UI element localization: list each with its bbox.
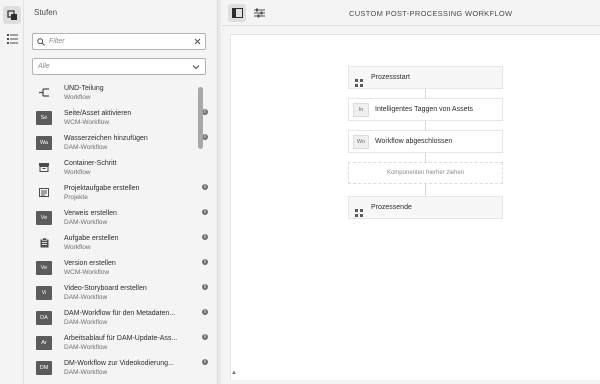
- branch-icon: [36, 86, 52, 100]
- workflow-step-node[interactable]: Wo Workflow abgeschlossen: [348, 130, 503, 153]
- step-badge: Wa: [36, 135, 52, 150]
- filter-placeholder: Filter: [49, 38, 65, 45]
- step-list-item[interactable]: DA DAM-Workflow für den Metadaten... DAM-W…: [24, 305, 208, 330]
- step-list-item[interactable]: UND-Teilung Workflow: [24, 80, 208, 105]
- step-list-item[interactable]: Se Seite/Asset aktivieren WCM-Workflow i: [24, 105, 208, 130]
- step-list-item[interactable]: Container-Schritt Workflow: [24, 155, 208, 180]
- info-icon[interactable]: i: [202, 284, 208, 290]
- step-category: WCM-Workflow: [64, 118, 110, 126]
- info-icon[interactable]: i: [202, 234, 208, 240]
- step-category: Projekte: [64, 193, 88, 201]
- step-title: Arbeitsablauf für DAM-Update-Ass...: [64, 334, 178, 342]
- step-title: Projektaufgabe erstellen: [64, 184, 140, 192]
- steps-panel: Stufen Filter Alle UND-Teilung Workflow Se…: [24, 0, 218, 384]
- list-icon[interactable]: [3, 29, 21, 47]
- step-category: DAM-Workflow: [64, 368, 108, 376]
- info-icon[interactable]: i: [202, 334, 208, 340]
- panel-title: Stufen: [34, 8, 58, 17]
- group-select-value: Alle: [38, 63, 50, 70]
- step-list-item[interactable]: Wa Wasserzeichen hinzufügen DAM-Workflow i: [24, 130, 208, 155]
- step-category: DAM-Workflow: [64, 218, 108, 226]
- step-title: Video-Storyboard erstellen: [64, 284, 147, 292]
- step-badge: DA: [36, 310, 52, 325]
- step-list-item[interactable]: DM DM-Workflow zur Videokodierung... DAM-W…: [24, 355, 208, 380]
- step-title: Seite/Asset aktivieren: [64, 109, 132, 117]
- info-icon[interactable]: i: [202, 309, 208, 315]
- step-badge: Vi: [36, 285, 52, 300]
- step-badge: Wo: [353, 134, 369, 149]
- step-title: DM-Workflow zur Videokodierung...: [64, 359, 174, 367]
- panel-divider[interactable]: [218, 0, 221, 384]
- search-icon: [37, 37, 45, 46]
- step-list-item[interactable]: Ve Version erstellen WCM-Workflow i: [24, 255, 208, 280]
- step-badge: Ve: [36, 210, 52, 225]
- step-list-item[interactable]: Ar Arbeitsablauf für DAM-Update-Ass... DAM…: [24, 330, 208, 355]
- process-start-label: Prozessstart: [371, 74, 410, 81]
- layers-icon[interactable]: [3, 6, 21, 24]
- scrollbar-thumb[interactable]: [198, 87, 203, 149]
- step-title: Aufgabe erstellen: [64, 234, 119, 242]
- group-select[interactable]: Alle: [32, 58, 206, 75]
- container-icon: [36, 161, 52, 175]
- workflow-step-node[interactable]: In Intelligentes Taggen von Assets: [348, 98, 503, 121]
- left-rail: [0, 0, 24, 384]
- chevron-down-icon: [192, 64, 200, 69]
- info-icon[interactable]: i: [202, 209, 208, 215]
- connector-line: [425, 153, 426, 162]
- step-badge: Ve: [36, 260, 52, 275]
- step-title: Container-Schritt: [64, 159, 117, 167]
- editor-toolbar: CUSTOM POST-PROCESSING WORKFLOW: [221, 0, 600, 26]
- toggle-side-panel-icon[interactable]: [228, 4, 246, 22]
- step-category: DAM-Workflow: [64, 143, 108, 151]
- step-list-item[interactable]: Ve Verweis erstellen DAM-Workflow i: [24, 205, 208, 230]
- info-icon[interactable]: i: [202, 184, 208, 190]
- step-category: Workflow: [64, 243, 91, 251]
- process-end-node[interactable]: Prozessende: [348, 196, 503, 219]
- step-title: Version erstellen: [64, 259, 116, 267]
- step-badge: Se: [36, 110, 52, 125]
- properties-icon[interactable]: [250, 4, 268, 22]
- step-badge: DM: [36, 360, 52, 375]
- step-badge: In: [353, 102, 369, 117]
- step-list-item[interactable]: Projektaufgabe erstellen Projekte i: [24, 180, 208, 205]
- step-label: Workflow abgeschlossen: [375, 138, 453, 145]
- step-label: Intelligentes Taggen von Assets: [375, 106, 473, 113]
- filter-input[interactable]: Filter: [32, 33, 206, 50]
- info-icon[interactable]: i: [202, 359, 208, 365]
- step-title: Wasserzeichen hinzufügen: [64, 134, 148, 142]
- step-title: DAM-Workflow für den Metadaten...: [64, 309, 176, 317]
- step-list: UND-Teilung Workflow Se Seite/Asset aktivie…: [24, 80, 208, 380]
- step-category: Workflow: [64, 168, 91, 176]
- step-category: DAM-Workflow: [64, 318, 108, 326]
- step-category: Workflow: [64, 93, 91, 101]
- flow-grid-icon: [355, 204, 363, 217]
- step-title: UND-Teilung: [64, 84, 104, 92]
- process-end-label: Prozessende: [371, 204, 412, 211]
- step-list-item[interactable]: Vi Video-Storyboard erstellen DAM-Workflow…: [24, 280, 208, 305]
- process-start-node[interactable]: Prozessstart: [348, 66, 503, 89]
- flow-grid-icon: [355, 74, 363, 87]
- info-icon[interactable]: i: [202, 259, 208, 265]
- drop-zone[interactable]: Komponenten hierher ziehen: [348, 162, 503, 184]
- project-icon: [36, 186, 52, 200]
- connector-line: [425, 184, 426, 196]
- step-badge: Ar: [36, 335, 52, 350]
- step-category: DAM-Workflow: [64, 293, 108, 301]
- clear-icon[interactable]: [194, 38, 201, 45]
- step-category: WCM-Workflow: [64, 268, 110, 276]
- step-list-item[interactable]: Aufgabe erstellen Workflow i: [24, 230, 208, 255]
- step-category: DAM-Workflow: [64, 343, 108, 351]
- clipboard-icon: [36, 236, 52, 250]
- workflow-title: CUSTOM POST-PROCESSING WORKFLOW: [349, 9, 513, 18]
- resize-handle-icon[interactable]: ▲: [231, 370, 237, 376]
- step-title: Verweis erstellen: [64, 209, 117, 217]
